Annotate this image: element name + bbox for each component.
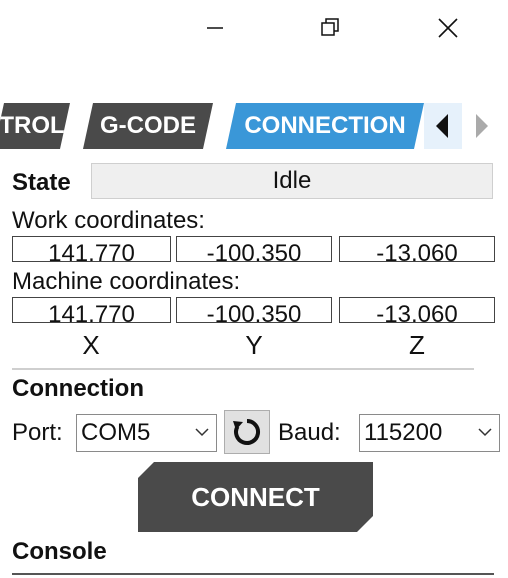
- triangle-left-icon: [436, 114, 448, 138]
- machine-coordinates-label: Machine coordinates:: [12, 268, 241, 295]
- port-select[interactable]: COM5: [76, 414, 217, 452]
- minimize-icon: [207, 27, 223, 29]
- baud-select-value: 115200: [364, 419, 443, 446]
- refresh-ports-button[interactable]: [224, 410, 270, 454]
- close-icon: [438, 18, 458, 38]
- tab-label: TROL: [0, 112, 65, 139]
- tab-connection[interactable]: CONNECTION: [226, 103, 424, 149]
- connect-button[interactable]: CONNECT: [138, 462, 373, 532]
- tab-label: G-CODE: [100, 112, 196, 139]
- triangle-right-icon: [476, 114, 488, 138]
- minimize-button[interactable]: [195, 8, 235, 48]
- restore-button[interactable]: [310, 8, 350, 48]
- tab-gcode[interactable]: G-CODE: [83, 103, 213, 149]
- axis-label-y: Y: [245, 330, 263, 360]
- axis-label-z: Z: [409, 330, 425, 360]
- port-select-value: COM5: [81, 419, 151, 446]
- machine-z-field[interactable]: -13.060: [339, 297, 495, 323]
- work-x-field[interactable]: 141.770: [12, 236, 171, 262]
- machine-y-field[interactable]: -100.350: [176, 297, 332, 323]
- work-y-field[interactable]: -100.350: [176, 236, 332, 262]
- connection-heading: Connection: [12, 375, 144, 402]
- work-coordinates-label: Work coordinates:: [12, 207, 205, 234]
- restore-icon: [321, 18, 339, 36]
- tab-control[interactable]: TROL: [0, 103, 70, 149]
- baud-select[interactable]: 115200: [359, 414, 500, 452]
- chevron-down-icon: [478, 428, 492, 437]
- console-output[interactable]: [12, 573, 494, 578]
- machine-x-field[interactable]: 141.770: [12, 297, 171, 323]
- baud-label: Baud:: [278, 419, 341, 446]
- console-heading: Console: [12, 538, 107, 565]
- divider: [12, 368, 474, 370]
- port-label: Port:: [12, 419, 63, 446]
- tab-scroll-left-button[interactable]: [424, 103, 462, 149]
- connect-button-label: CONNECT: [191, 481, 320, 512]
- tab-scroll-right-button[interactable]: [462, 103, 500, 149]
- chevron-down-icon: [195, 428, 209, 437]
- state-value: Idle: [91, 163, 493, 199]
- work-z-field[interactable]: -13.060: [339, 236, 495, 262]
- axis-label-x: X: [82, 330, 100, 360]
- close-button[interactable]: [428, 8, 468, 48]
- refresh-icon: [233, 419, 260, 445]
- tab-label: CONNECTION: [244, 112, 406, 139]
- state-label: State: [12, 169, 71, 196]
